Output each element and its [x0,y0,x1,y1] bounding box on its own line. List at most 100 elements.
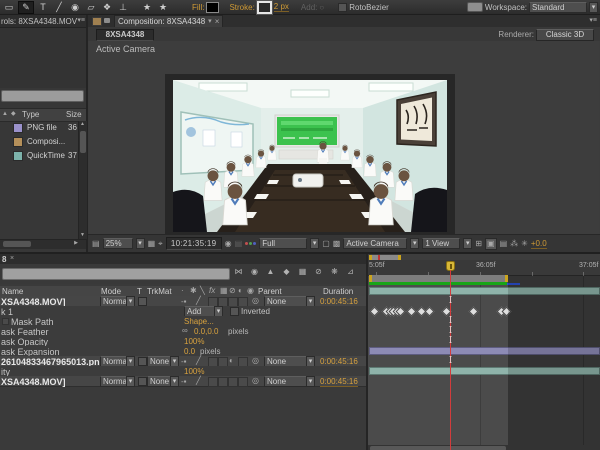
view-layout-dropdown[interactable]: 1 View [422,238,460,249]
eraser-tool-icon[interactable]: ▱ [84,1,98,13]
frame-blending-icon[interactable]: ▦ [296,267,309,276]
grid-guides-icon[interactable]: ▦ [148,240,156,248]
project-horizontal-scrollbar[interactable]: ▶ [0,239,86,249]
preserve-transparency-checkbox[interactable] [138,377,147,386]
parent-column-header[interactable]: Parent [258,287,282,296]
show-channels-icon[interactable] [245,242,256,245]
layer-row-video-2[interactable]: XSA4348.MOV] Norma ▾ None ▾ -▪ ╱ ◎ None … [0,376,366,387]
workspace-dropdown[interactable]: Standard [529,2,587,13]
tab-composition[interactable]: Composition: 8XSA4348 ▾ × [114,15,223,27]
trkmat-arrow[interactable]: ▾ [170,376,179,387]
quality-icon[interactable]: ╱ [196,377,201,385]
inverted-checkbox[interactable] [230,307,239,316]
fill-swatch[interactable] [206,2,219,13]
magnification-dropdown[interactable]: 25% [103,238,133,249]
tab-effect-controls[interactable]: rols: 8XSA4348.MOV [1,17,77,26]
3d-view-dropdown[interactable]: Active Camera [343,238,407,249]
pen-tool-icon[interactable]: ✎ [18,1,34,14]
show-snapshot-icon[interactable]: ▤ [235,240,243,248]
time-ruler[interactable]: 5:05f 36:05f 37:05f [368,260,600,276]
parent-dropdown[interactable]: None [264,376,310,387]
switch-box[interactable] [208,377,218,387]
type-tool-icon[interactable]: T [36,1,50,13]
live-update-icon[interactable]: ◉ [248,267,261,276]
comp-image[interactable] [173,80,447,232]
timeline-graph-area[interactable]: 5:05f 36:05f 37:05f [368,254,600,450]
hide-shy-layers-icon[interactable]: ◆ [280,267,293,276]
timeline-search-input[interactable] [2,268,230,280]
transparency-grid-icon[interactable]: ▩ [333,240,341,248]
preserve-transparency-checkbox[interactable] [138,357,147,366]
mode-column-header[interactable]: Mode [101,287,121,296]
region-of-interest-icon[interactable]: ▢ [322,240,330,248]
duration-column-header[interactable]: Duration [323,287,353,296]
blend-mode-arrow[interactable]: ▾ [126,376,135,387]
rectangle-tool-icon[interactable]: ▭ [2,1,16,13]
brush-tool-icon[interactable]: ╱ [52,1,66,13]
preserve-transparency-checkbox[interactable] [138,297,147,306]
timeline-button-icon[interactable]: ▤ [500,240,508,248]
label-tag-icon[interactable]: ◆ [11,111,16,117]
workspace-dropdown-arrow[interactable]: ▾ [589,2,598,13]
scroll-down-icon[interactable]: ▼ [80,233,85,238]
scrollbar-thumb[interactable] [370,446,506,450]
exposure-value[interactable]: +0.0 [531,239,547,249]
work-area-bar[interactable] [369,275,508,282]
tab-timeline[interactable]: 8 [2,255,6,264]
lock-icon[interactable] [104,18,110,23]
clone-stamp-tool-icon[interactable]: ◉ [68,1,82,13]
size-column-header[interactable]: Size [66,110,82,119]
switch-box[interactable] [228,377,238,387]
name-column-header[interactable]: Name [2,287,23,296]
snapshot-camera-icon[interactable]: ◉ [225,240,232,248]
motion-blur-icon[interactable]: ⊘ [312,267,325,276]
project-row[interactable]: QuickTime 37 [0,149,78,162]
scroll-up-icon[interactable]: ▲ [80,122,85,127]
roto-brush-tool-icon[interactable]: ❖ [100,1,114,13]
collapse-icon[interactable]: -▪ [181,358,187,366]
quality-icon[interactable]: ╱ [196,357,201,365]
magnification-dropdown-arrow[interactable]: ▾ [136,238,145,249]
timeline-horizontal-scrollbar[interactable] [368,445,600,450]
parent-pickwhip-icon[interactable]: ◎ [252,297,259,305]
share-view-icon[interactable]: ⊞ [475,240,482,248]
composition-viewport[interactable]: Active Camera [89,41,599,234]
t-column-header[interactable]: T [137,287,142,296]
resolution-dropdown[interactable]: Full [259,238,307,249]
parent-pickwhip-icon[interactable]: ◎ [252,377,259,385]
scroll-right-icon[interactable]: ▶ [74,241,78,246]
scrollbar-thumb[interactable] [3,241,31,247]
quality-icon[interactable]: ╱ [196,297,201,305]
collapse-icon[interactable]: -▪ [181,378,187,386]
project-vertical-scrollbar[interactable]: ▲ ▼ [78,121,87,239]
type-column-header[interactable]: Type [22,110,39,119]
project-search-bar[interactable] [1,90,84,102]
label-swatch[interactable] [13,151,23,161]
3d-view-dropdown-arrow[interactable]: ▾ [410,238,419,249]
graph-editor-icon[interactable]: ⊿ [344,267,357,276]
layer-name[interactable]: XSA4348.MOV] [1,377,66,387]
parent-arrow[interactable]: ▾ [306,376,315,387]
project-row[interactable]: Composi... [0,135,78,148]
label-swatch[interactable] [13,137,23,147]
switch-box[interactable] [238,377,248,387]
tab-close-icon[interactable]: × [215,18,220,26]
fast-previews-icon[interactable]: ✳ [521,240,528,248]
stroke-swatch[interactable] [257,1,272,14]
trkmat-column-header[interactable]: TrkMat [147,287,172,296]
always-preview-icon[interactable]: ▤ [92,240,100,248]
layer-duration[interactable]: 0:00:45:16 [320,377,358,387]
brainstorm-icon[interactable]: ❋ [328,267,341,276]
view-layout-dropdown-arrow[interactable]: ▾ [463,238,472,249]
scrollbar-thumb[interactable] [80,131,86,153]
effect-sphere-icon[interactable]: ◐ [229,357,234,365]
mask-visibility-icon[interactable]: ▣ [485,238,497,250]
panel-menu-icon[interactable]: ▾≡ [77,17,85,24]
draft-3d-icon[interactable]: ▲ [264,267,277,276]
tab-dropdown-icon[interactable]: ▾ [208,18,212,25]
link-dimensions-icon[interactable]: ∞ [182,327,188,335]
panel-menu-icon[interactable]: ▾≡ [589,17,597,24]
safe-zones-icon[interactable]: ⌖ [158,240,163,248]
stroke-width-value[interactable]: 2 px [274,2,289,12]
resolution-dropdown-arrow[interactable]: ▾ [310,238,319,249]
